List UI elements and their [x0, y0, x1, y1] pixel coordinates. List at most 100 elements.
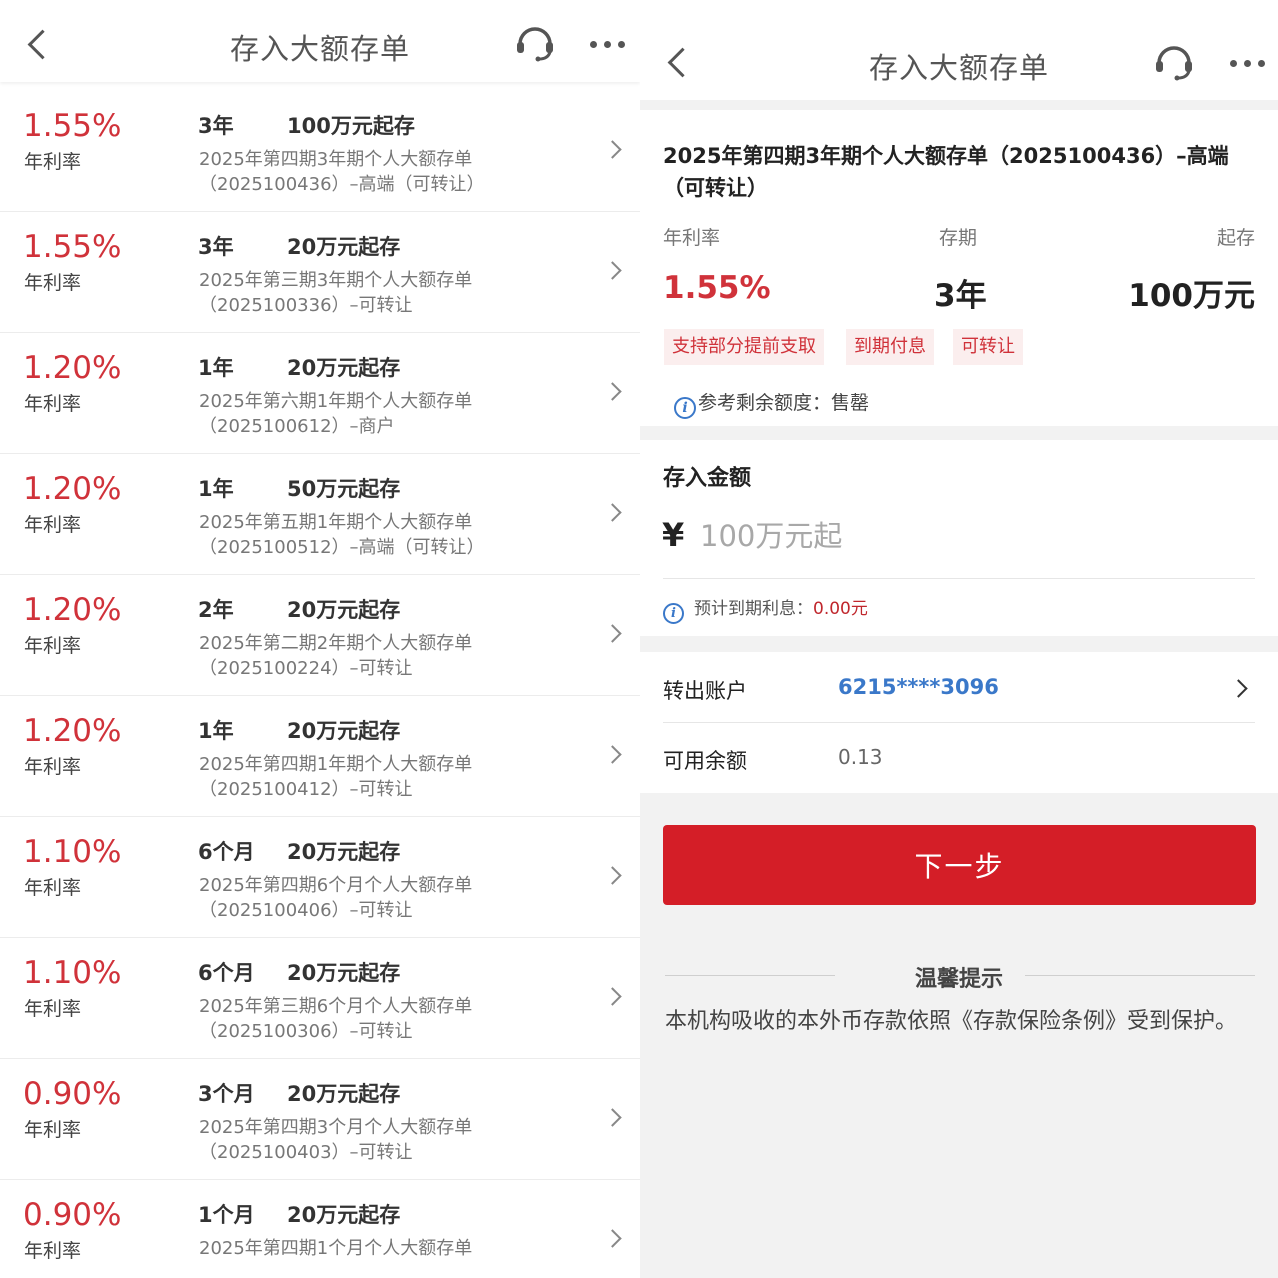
product-list-item[interactable]: 1.55% 年利率 3年 100万元起存 2025年第四期3年期个人大额存单（20251…: [0, 90, 640, 212]
product-list-item[interactable]: 1.10% 年利率 6个月 20万元起存 2025年第三期6个月个人大额存单（20251…: [0, 937, 640, 1059]
product-list-item[interactable]: 1.20% 年利率 1年 20万元起存 2025年第四期1年期个人大额存单（202510…: [0, 695, 640, 817]
rate-value: 1.10%: [23, 955, 122, 991]
customer-service-icon[interactable]: [1153, 41, 1195, 81]
min-amount: 100万元起存: [287, 114, 415, 138]
product-name: 2025年第四期1年期个人大额存单（2025100412）–可转让: [199, 754, 473, 800]
header: 存入大额存单: [0, 0, 640, 82]
rate-value: 1.20%: [23, 592, 122, 628]
product-name: 2025年第三期6个月个人大额存单（2025100306）–可转让: [199, 996, 473, 1042]
tip-title: 温馨提示: [914, 967, 1003, 992]
rate-label: 年利率: [24, 1240, 82, 1262]
chevron-right-icon: [603, 1108, 622, 1127]
estimated-interest-value: 0.00元: [813, 599, 868, 619]
rate-value: 1.20%: [23, 350, 122, 386]
rate-label: 年利率: [24, 514, 82, 536]
estimated-interest-label: 预计到期利息：: [694, 599, 813, 619]
rate-label: 年利率: [24, 877, 82, 899]
product-name: 2025年第四期3年期个人大额存单（2025100436）–高端（可转让）: [199, 149, 485, 195]
product-list-screen: 存入大额存单 1.55% 年利率 3年 100万元起存 2025年第四期3年期个人大额存…: [0, 0, 640, 1278]
remaining-quota: i 参考剩余额度：售罄: [674, 388, 869, 419]
rate-value: 0.90%: [23, 1197, 122, 1233]
product-title: 2025年第四期3年期个人大额存单（2025100436）–高端（可转让）: [663, 144, 1229, 200]
tag-transferable: 可转让: [953, 329, 1023, 365]
min-amount: 20万元起存: [287, 356, 401, 380]
term-value: 3年: [934, 278, 987, 314]
rate-value: 1.55%: [23, 229, 122, 265]
more-icon[interactable]: [590, 41, 626, 49]
term-value: 2年: [198, 598, 234, 622]
info-icon[interactable]: i: [663, 603, 684, 624]
chevron-right-icon: [603, 624, 622, 643]
min-amount: 20万元起存: [287, 961, 401, 985]
customer-service-icon[interactable]: [514, 22, 556, 62]
chevron-right-icon: [603, 503, 622, 522]
tip-text: 本机构吸收的本外币存款依照《存款保险条例》受到保护。: [665, 1009, 1238, 1034]
rate-value: 0.90%: [23, 1076, 122, 1112]
chevron-right-icon: [603, 382, 622, 401]
chevron-right-icon: [603, 745, 622, 764]
product-list-item[interactable]: 1.20% 年利率 1年 20万元起存 2025年第六期1年期个人大额存单（202510…: [0, 332, 640, 454]
rate-value: 1.20%: [23, 713, 122, 749]
min-amount: 20万元起存: [287, 840, 401, 864]
min-amount: 20万元起存: [287, 1203, 401, 1227]
more-icon[interactable]: [1230, 60, 1266, 68]
rate-label: 年利率: [24, 998, 82, 1020]
out-account-label: 转出账户: [663, 679, 747, 703]
rate-label: 年利率: [24, 393, 82, 415]
product-name: 2025年第三期3年期个人大额存单（2025100336）–可转让: [199, 270, 473, 316]
chevron-right-icon: [603, 140, 622, 159]
chevron-right-icon: [603, 866, 622, 885]
balance-label: 可用余额: [663, 749, 747, 773]
product-name: 2025年第四期1个月个人大额存单: [199, 1238, 473, 1259]
chevron-right-icon: [603, 1229, 622, 1248]
deposit-amount-title: 存入金额: [663, 466, 752, 491]
next-step-button[interactable]: 下一步: [663, 825, 1256, 905]
min-label: 起存: [1216, 227, 1255, 249]
out-account-value[interactable]: 6215****3096: [838, 675, 999, 699]
tag-interest-at-maturity: 到期付息: [846, 329, 934, 365]
product-list-item[interactable]: 1.10% 年利率 6个月 20万元起存 2025年第四期6个月个人大额存单（20251…: [0, 816, 640, 938]
min-amount: 20万元起存: [287, 1082, 401, 1106]
min-amount: 50万元起存: [287, 477, 401, 501]
estimated-interest: i 预计到期利息：0.00元: [663, 594, 868, 624]
rate-value: 1.20%: [23, 471, 122, 507]
out-account-row[interactable]: 转出账户 6215****3096: [640, 652, 1278, 722]
product-list-item[interactable]: 1.20% 年利率 2年 20万元起存 2025年第二期2年期个人大额存单（202510…: [0, 574, 640, 696]
rate-label: 年利率: [24, 756, 82, 778]
chevron-right-icon[interactable]: [1229, 679, 1248, 698]
term-label: 存期: [939, 227, 978, 249]
rate-label: 年利率: [663, 227, 721, 249]
divider: [663, 578, 1255, 579]
rate-label: 年利率: [24, 151, 82, 173]
account-card: 转出账户 6215****3096 可用余额 0.13: [640, 652, 1278, 793]
product-info-card: 2025年第四期3年期个人大额存单（2025100436）–高端（可转让） 年利…: [640, 110, 1278, 426]
product-list-item[interactable]: 1.55% 年利率 3年 20万元起存 2025年第三期3年期个人大额存单（202510…: [0, 211, 640, 333]
balance-value: 0.13: [838, 745, 883, 769]
rate-label: 年利率: [24, 1119, 82, 1141]
min-amount: 20万元起存: [287, 598, 401, 622]
info-icon[interactable]: i: [674, 397, 696, 419]
product-list-item[interactable]: 0.90% 年利率 1个月 20万元起存 2025年第四期1个月个人大额存单: [0, 1179, 640, 1278]
product-name: 2025年第四期6个月个人大额存单（2025100406）–可转让: [199, 875, 473, 921]
min-value: 100万元: [1128, 278, 1255, 314]
rate-value: 1.10%: [23, 834, 122, 870]
quota-text: 参考剩余额度：售罄: [698, 392, 870, 414]
rate-label: 年利率: [24, 272, 82, 294]
term-value: 1年: [198, 477, 234, 501]
product-list-item[interactable]: 0.90% 年利率 3个月 20万元起存 2025年第四期3个月个人大额存单（20251…: [0, 1058, 640, 1180]
term-value: 1个月: [198, 1203, 255, 1227]
header: 存入大额存单: [640, 0, 1278, 100]
product-name: 2025年第四期3个月个人大额存单（2025100403）–可转让: [199, 1117, 473, 1163]
deposit-amount-card: 存入金额 ¥ i 预计到期利息：0.00元: [640, 440, 1278, 636]
rate-value: 1.55%: [663, 270, 771, 306]
term-value: 6个月: [198, 840, 255, 864]
min-amount: 20万元起存: [287, 719, 401, 743]
product-list-item[interactable]: 1.20% 年利率 1年 50万元起存 2025年第五期1年期个人大额存单（202510…: [0, 453, 640, 575]
deposit-screen: 存入大额存单 2025年第四期3年期个人大额存单（2025100436）–高端（…: [640, 0, 1278, 1278]
product-name: 2025年第五期1年期个人大额存单（2025100512）–高端（可转让）: [199, 512, 485, 558]
term-value: 6个月: [198, 961, 255, 985]
amount-input[interactable]: [700, 514, 1240, 558]
term-value: 3年: [198, 114, 234, 138]
product-name: 2025年第六期1年期个人大额存单（2025100612）–商户: [199, 391, 473, 437]
rate-value: 1.55%: [23, 108, 122, 144]
